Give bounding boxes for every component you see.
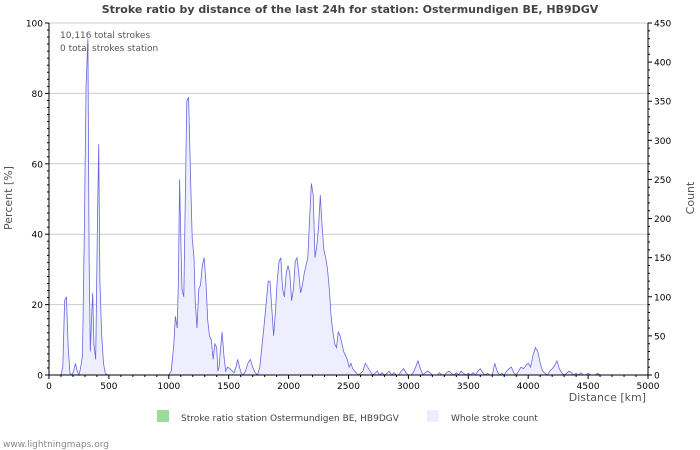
right-tick-label: 250: [654, 176, 671, 186]
left-tick-label: 80: [32, 90, 44, 100]
right-tick-label: 350: [654, 98, 671, 108]
right-tick-label: 300: [654, 137, 671, 147]
right-tick-label: 400: [654, 59, 671, 69]
left-tick-label: 20: [32, 301, 44, 311]
left-tick-label: 100: [26, 20, 43, 30]
right-axis-ticks: 0 50 100 150 200 250 300 350 400 450: [648, 20, 671, 382]
legend-swatch-whole-count: [427, 410, 439, 422]
grid-lines: [49, 22, 648, 306]
legend-label-station-ratio: Stroke ratio station Ostermundigen BE, H…: [181, 414, 400, 424]
right-tick-label: 150: [654, 254, 671, 264]
whole-stroke-count-area: [61, 38, 607, 375]
annotation-total-strokes: 10,116 total strokes: [60, 31, 150, 41]
right-tick-label: 100: [654, 293, 671, 303]
stroke-ratio-chart: Stroke ratio by distance of the last 24h…: [2, 3, 697, 450]
right-tick-label: 200: [654, 215, 671, 225]
x-axis-ticks: 0 500 1000 1500 2000 2500 3000 3500 4000 4500 5000: [46, 375, 660, 392]
right-tick-label: 50: [654, 332, 666, 342]
x-tick-label: 3000: [397, 382, 420, 392]
x-tick-label: 4000: [517, 382, 540, 392]
x-tick-label: 2500: [337, 382, 360, 392]
y-axis-right-label: Count: [684, 181, 697, 214]
x-tick-label: 2000: [277, 382, 300, 392]
legend-label-whole-count: Whole stroke count: [451, 414, 538, 424]
whole-stroke-count-line: [60, 38, 607, 377]
left-axis-ticks: 0 20 40 60 80 100: [26, 20, 49, 382]
x-tick-label: 1000: [157, 382, 180, 392]
credit-link[interactable]: www.lightningmaps.org: [3, 440, 109, 450]
right-tick-label: 0: [654, 372, 660, 382]
x-tick-label: 3500: [457, 382, 480, 392]
x-axis-label: Distance [km]: [569, 391, 646, 404]
right-tick-label: 450: [654, 20, 671, 30]
x-tick-label: 0: [46, 382, 52, 392]
left-tick-label: 40: [32, 231, 44, 241]
x-tick-label: 500: [100, 382, 117, 392]
series-layer: [60, 38, 607, 377]
left-tick-label: 60: [32, 160, 44, 170]
chart-title: Stroke ratio by distance of the last 24h…: [102, 3, 599, 16]
annotation-station-strokes: 0 total strokes station: [60, 44, 158, 54]
legend-swatch-station-ratio: [157, 410, 169, 422]
axes: [48, 23, 649, 376]
left-tick-label: 0: [37, 372, 43, 382]
y-axis-left-label: Percent [%]: [2, 166, 15, 230]
x-tick-label: 1500: [217, 382, 240, 392]
